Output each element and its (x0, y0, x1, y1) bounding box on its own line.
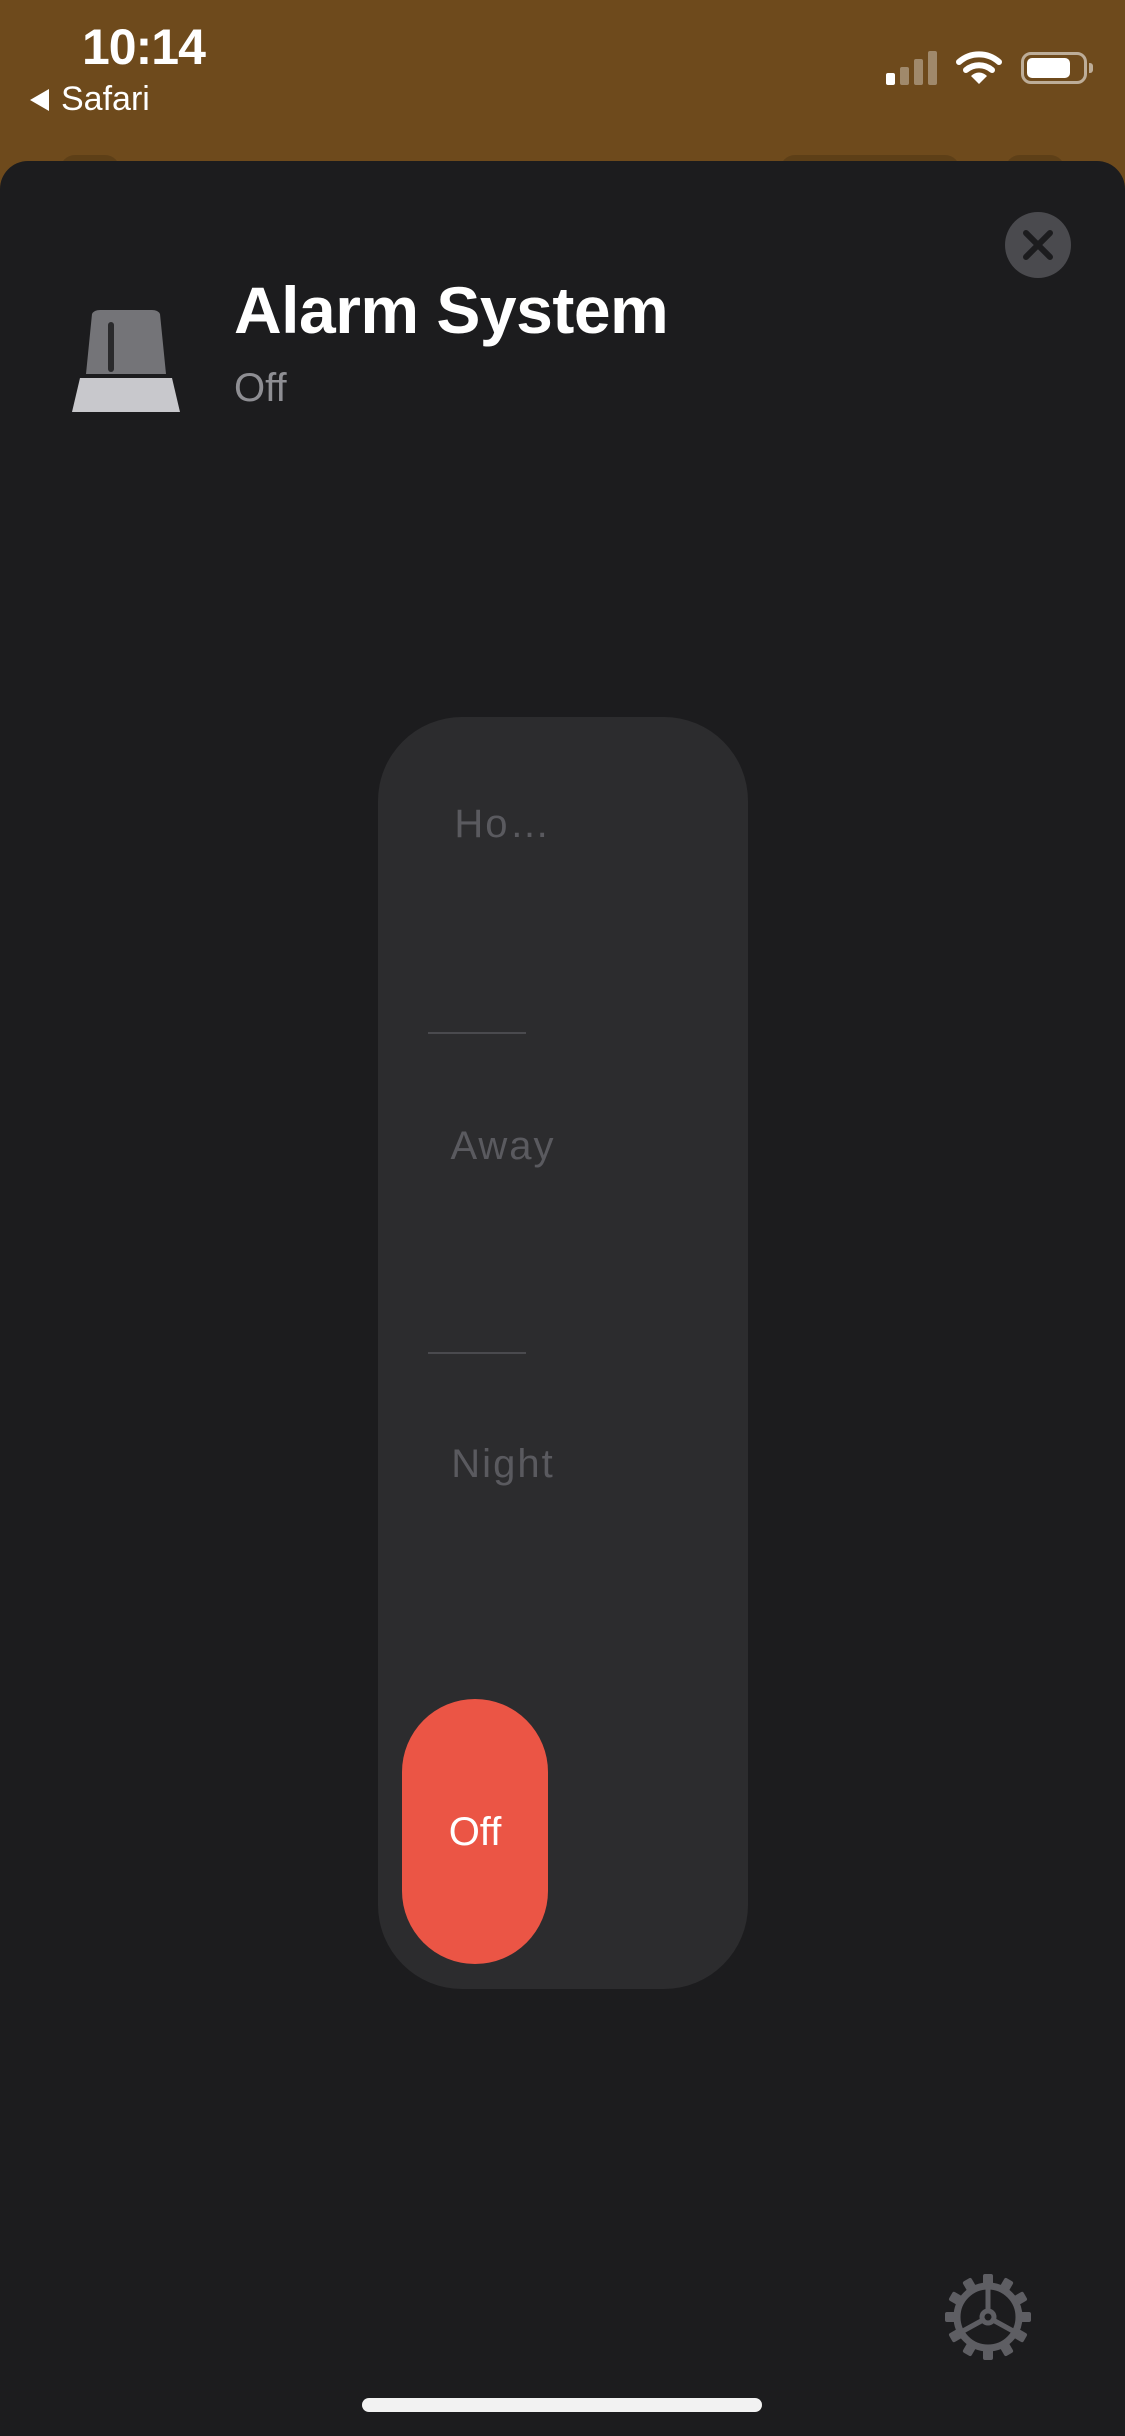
security-system-icon (72, 310, 180, 412)
back-arrow-icon (30, 88, 49, 111)
mode-option-off-label: Off (448, 1809, 502, 1854)
screen: 10:14 Safari Alarm System Off Ho… Away N… (0, 0, 1125, 2436)
close-icon (1023, 230, 1053, 260)
accessory-status: Off (234, 366, 287, 410)
wifi-icon (956, 51, 1002, 84)
mode-divider (428, 1032, 526, 1034)
status-time: 10:14 (82, 19, 206, 75)
close-button[interactable] (1005, 212, 1071, 278)
mode-option-night[interactable]: Night (432, 1439, 574, 1489)
alarm-mode-selector[interactable]: Ho… Away Night Off (378, 717, 748, 1989)
cellular-signal-icon (886, 51, 937, 85)
back-app-label: Safari (61, 80, 150, 118)
status-bar: 10:14 Safari (0, 0, 1125, 160)
mode-option-home[interactable]: Ho… (432, 799, 574, 849)
battery-icon (1021, 52, 1093, 84)
accessory-title: Alarm System (234, 273, 669, 347)
mode-option-off-selected[interactable]: Off (402, 1699, 548, 1964)
mode-divider (428, 1352, 526, 1354)
back-to-app-button[interactable]: Safari (30, 80, 150, 119)
gear-icon[interactable] (945, 2274, 1031, 2360)
status-icons (886, 50, 1093, 86)
home-indicator[interactable] (362, 2398, 762, 2412)
mode-option-away[interactable]: Away (432, 1121, 574, 1171)
